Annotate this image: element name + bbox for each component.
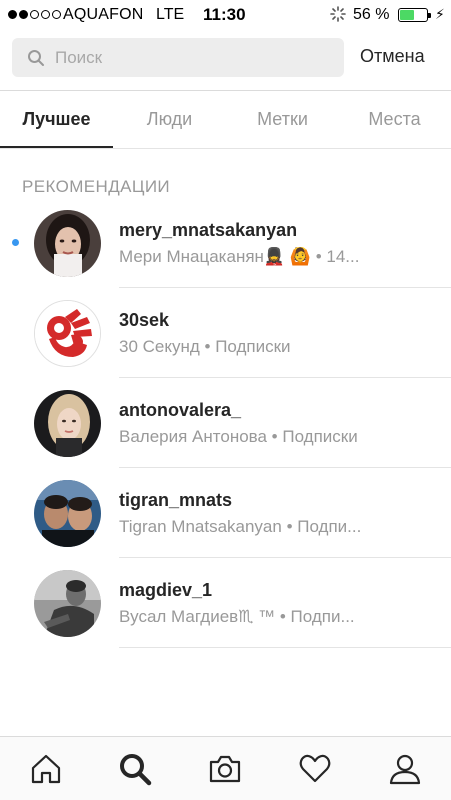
result-subtitle: 30 Секунд • Подписки (119, 337, 291, 356)
camera-icon (209, 755, 241, 783)
charging-icon: ⚡ (435, 6, 445, 22)
nav-activity[interactable] (297, 751, 333, 787)
search-icon (120, 754, 152, 786)
search-input[interactable] (55, 38, 335, 77)
search-tabs: Лучшее Люди Метки Места (0, 91, 451, 148)
results-list: mery_mnatsakanyan Мери Мнацаканян💂‍♀️ 🙆 … (0, 198, 451, 648)
avatar (34, 570, 101, 637)
search-icon (28, 50, 44, 66)
result-username: magdiev_1 (119, 580, 213, 600)
battery-icon (398, 8, 431, 22)
tab-top[interactable]: Лучшее (0, 91, 113, 148)
result-username: tigran_mnats (119, 490, 233, 510)
divider (119, 647, 451, 648)
heart-icon (299, 754, 331, 783)
result-subtitle: Мери Мнацаканян💂‍♀️ 🙆 • 14... (119, 247, 360, 266)
section-title: РЕКОМЕНДАЦИИ (22, 177, 171, 196)
tab-people[interactable]: Люди (113, 91, 226, 148)
list-item[interactable]: tigran_mnats Tigran Mnatsakanyan • Подпи… (0, 468, 451, 558)
nav-profile[interactable] (387, 751, 423, 787)
activity-spinner-icon (330, 6, 346, 22)
result-subtitle: Tigran Mnatsakanyan • Подпи... (119, 517, 362, 536)
result-username: mery_mnatsakanyan (119, 220, 298, 240)
nav-camera[interactable] (207, 751, 243, 787)
list-item[interactable]: magdiev_1 Вусал Магдиев♏ ™ • Подпи... (0, 558, 451, 648)
home-icon (31, 754, 61, 784)
unread-indicator (12, 239, 19, 246)
signal-strength-icon (8, 10, 61, 19)
avatar (34, 480, 101, 547)
avatar (34, 300, 101, 367)
profile-icon (389, 754, 421, 785)
bottom-nav (0, 736, 451, 800)
result-username: 30sek (119, 310, 170, 330)
list-item[interactable]: mery_mnatsakanyan Мери Мнацаканян💂‍♀️ 🙆 … (0, 198, 451, 288)
avatar (34, 390, 101, 457)
tab-places[interactable]: Места (338, 91, 451, 148)
nav-search[interactable] (117, 751, 153, 787)
status-bar: AQUAFON LTE 11:30 56 % ⚡ (0, 0, 451, 30)
cancel-button[interactable]: Отмена (360, 46, 425, 67)
nav-home[interactable] (28, 751, 64, 787)
list-item[interactable]: 30sek 30 Секунд • Подписки (0, 288, 451, 378)
search-bar[interactable] (12, 38, 344, 77)
result-subtitle: Валерия Антонова • Подписки (119, 427, 358, 446)
battery-percentage: 56 % (353, 6, 390, 23)
list-item[interactable]: antonovalera_ Валерия Антонова • Подписк… (0, 378, 451, 468)
divider (0, 148, 451, 149)
result-subtitle: Вусал Магдиев♏ ™ • Подпи... (119, 607, 355, 626)
avatar (34, 210, 101, 277)
network-type: LTE (156, 6, 185, 23)
result-username: antonovalera_ (119, 400, 242, 420)
tab-tags[interactable]: Метки (226, 91, 339, 148)
status-time: 11:30 (203, 5, 246, 24)
carrier-name: AQUAFON (63, 6, 144, 23)
